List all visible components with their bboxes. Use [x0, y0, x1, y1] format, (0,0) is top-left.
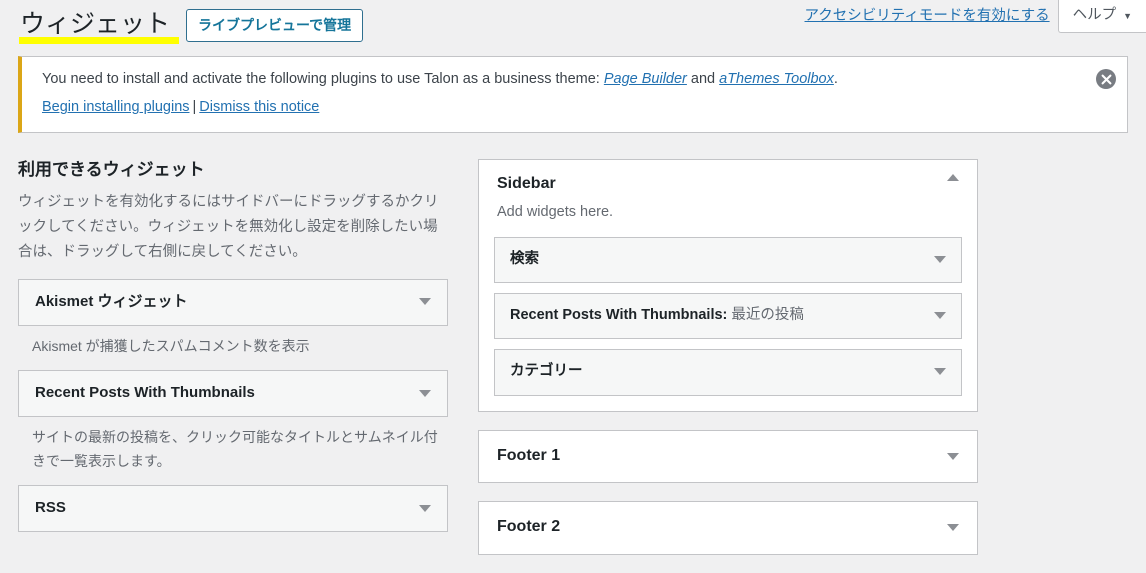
sidebar-panel-header[interactable]: Sidebar — [479, 160, 977, 195]
title-highlight-marker — [19, 37, 179, 44]
sidebar-panel-widgets: 検索 Recent Posts With Thumbnails: 最近の投稿 カ… — [479, 224, 977, 411]
sidebar-widget-title-suffix: 最近の投稿 — [727, 306, 804, 323]
sidebar-panel-footer-2: Footer 2 — [478, 501, 978, 556]
notice-text-between: and — [686, 71, 720, 87]
sidebar-widget-title: Recent Posts With Thumbnails: 最近の投稿 — [510, 307, 804, 324]
sidebar-widget-title: 検索 — [510, 251, 539, 268]
available-widget-recent-posts-with-thumbnails[interactable]: Recent Posts With Thumbnails — [18, 370, 448, 418]
help-tab-button[interactable]: ヘルプ ▼ — [1057, 0, 1146, 33]
sidebar-panel-sidebar: Sidebar Add widgets here. 検索 Recent Post… — [478, 158, 978, 412]
chevron-down-icon[interactable] — [934, 255, 946, 263]
sidebar-widget-title-main: Recent Posts With Thumbnails: — [510, 306, 728, 323]
widget-description: サイトの最新の投稿を、クリック可能なタイトルとサムネイル付きで一覧表示します。 — [32, 429, 438, 469]
notice-actions: Begin installing plugins | Dismiss this no… — [42, 96, 1087, 119]
chevron-down-icon[interactable] — [947, 524, 959, 532]
athemes-toolbox-plugin-link[interactable]: aThemes Toolbox — [719, 71, 834, 87]
available-widget-akismet[interactable]: Akismet ウィジェット — [18, 278, 448, 326]
sidebar-widget-search[interactable]: 検索 — [494, 236, 962, 283]
sidebar-widget-title-main: 検索 — [510, 250, 539, 267]
chevron-down-icon[interactable] — [934, 312, 946, 320]
sidebar-panel-subtitle: Add widgets here. — [497, 203, 614, 220]
chevron-down-icon[interactable] — [419, 298, 431, 306]
sidebar-panel-title: Footer 1 — [497, 446, 561, 464]
available-widgets-list: Akismet ウィジェット Akismet が捕獲したスパムコメント数を表示 … — [18, 278, 448, 533]
widget-name: RSS — [35, 499, 66, 517]
sidebar-panel-title: Footer 2 — [497, 518, 561, 536]
chevron-up-icon[interactable] — [947, 173, 959, 181]
header-right-group: アクセシビリティモードを有効にする ヘルプ ▼ — [805, 0, 1146, 33]
chevron-down-icon: ▼ — [1123, 10, 1132, 21]
dismiss-this-notice-link[interactable]: Dismiss this notice — [199, 99, 319, 115]
sidebar-panel-header[interactable]: Footer 2 — [479, 502, 977, 554]
chevron-down-icon[interactable] — [934, 368, 946, 376]
available-widgets-column: 利用できるウィジェット ウィジェットを有効化するにはサイドバーにドラッグするかク… — [18, 159, 448, 533]
manage-with-live-preview-button[interactable]: ライブプレビューで管理 — [186, 8, 364, 42]
sidebar-panel-title: Sidebar — [497, 174, 556, 192]
widget-description: Akismet が捕獲したスパムコメント数を表示 — [32, 337, 310, 354]
page-title-area: ウィジェット ライブプレビューで管理 — [18, 8, 364, 44]
chevron-down-icon[interactable] — [419, 504, 431, 512]
sidebar-widget-title: カテゴリー — [510, 363, 583, 380]
sidebar-widget-categories[interactable]: カテゴリー — [494, 349, 962, 396]
notice-text-after: . — [833, 71, 838, 87]
begin-installing-plugins-link[interactable]: Begin installing plugins — [42, 99, 190, 115]
sidebar-widget-title-main: カテゴリー — [510, 363, 583, 380]
widget-name: Recent Posts With Thumbnails — [35, 384, 255, 402]
chevron-down-icon[interactable] — [947, 452, 959, 460]
enable-accessibility-mode-link[interactable]: アクセシビリティモードを有効にする — [805, 9, 1050, 24]
notice-action-separator: | — [192, 99, 197, 116]
help-tab-label: ヘルプ — [1072, 7, 1117, 23]
widgets-columns: 利用できるウィジェット ウィジェットを有効化するにはサイドバーにドラッグするかク… — [0, 158, 1146, 573]
plugin-requirement-notice: You need to install and activate the fol… — [18, 56, 1128, 133]
widget-name: Akismet ウィジェット — [35, 292, 188, 310]
available-widget-rss[interactable]: RSS — [18, 485, 448, 533]
sidebars-column: Sidebar Add widgets here. 検索 Recent Post… — [478, 158, 978, 573]
page-builder-plugin-link[interactable]: Page Builder — [604, 71, 687, 87]
page-title: ウィジェット — [18, 8, 179, 44]
available-widgets-heading: 利用できるウィジェット — [18, 159, 205, 179]
available-widgets-description: ウィジェットを有効化するにはサイドバーにドラッグするかクリックしてください。ウィ… — [18, 194, 439, 260]
sidebar-widget-recent-posts-with-thumbnails[interactable]: Recent Posts With Thumbnails: 最近の投稿 — [494, 292, 962, 340]
notice-message: You need to install and activate the fol… — [42, 68, 1087, 91]
sidebar-panel-header[interactable]: Footer 1 — [479, 431, 977, 483]
page-title-text: ウィジェット — [20, 10, 171, 38]
chevron-down-icon[interactable] — [419, 389, 431, 397]
close-circle-icon[interactable] — [1096, 69, 1116, 89]
page-header: ウィジェット ライブプレビューで管理 アクセシビリティモードを有効にする ヘルプ… — [0, 0, 1146, 52]
notice-text-before: You need to install and activate the fol… — [42, 71, 604, 87]
sidebar-panel-footer-1: Footer 1 — [478, 429, 978, 484]
